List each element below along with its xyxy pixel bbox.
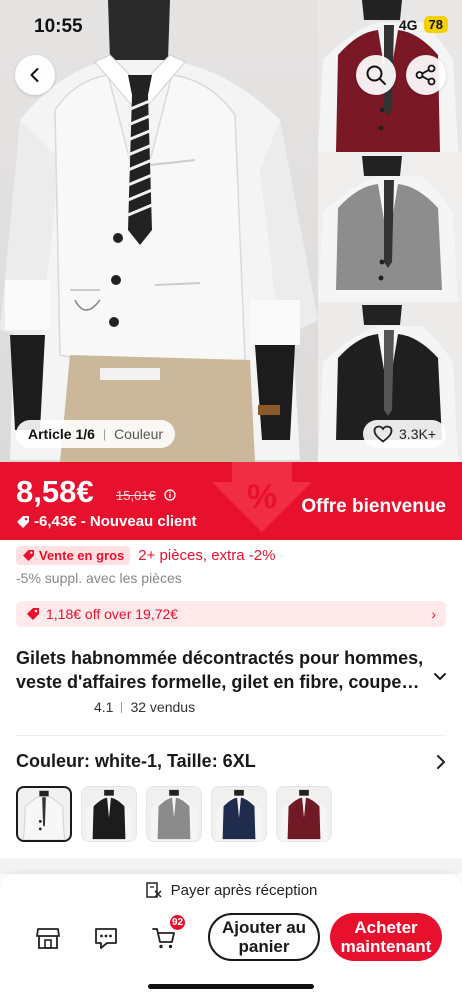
battery-level: 78 xyxy=(423,16,448,33)
store-button[interactable] xyxy=(34,924,62,952)
image-counter: Article 1/6 xyxy=(28,426,95,442)
cart-button[interactable]: 92 xyxy=(150,914,186,952)
variant-heading[interactable]: Couleur: white-1, Taille: 6XL xyxy=(16,751,256,772)
wholesale-badge: Vente en gros xyxy=(16,546,131,565)
wholesale-offer: 2+ pièces, extra -2% xyxy=(138,547,276,564)
heart-icon xyxy=(373,425,393,443)
cash-on-delivery-icon xyxy=(145,882,162,898)
rating-divider xyxy=(121,701,123,713)
tag-icon xyxy=(23,550,34,561)
search-button[interactable] xyxy=(356,55,396,95)
share-icon xyxy=(415,64,436,86)
status-time: 10:55 xyxy=(34,16,83,37)
sold-count: 32 vendus xyxy=(130,699,196,715)
chevron-left-icon xyxy=(30,68,39,82)
status-indicators: 4G 78 xyxy=(399,16,448,33)
svg-text:%: % xyxy=(247,478,277,516)
current-price: 8,58€ xyxy=(16,474,94,509)
discount-tag-icon xyxy=(17,515,29,528)
wishlist-button[interactable]: 3.3K+ xyxy=(363,420,446,448)
coupon-bar[interactable]: 1,18€ off over 19,72€ › xyxy=(16,601,446,627)
info-icon[interactable] xyxy=(164,489,176,501)
chat-button[interactable] xyxy=(92,924,120,952)
original-price: 15,01€ xyxy=(116,488,156,503)
rating-row[interactable]: 4.1 32 vendus xyxy=(94,699,195,715)
chevron-right-icon[interactable] xyxy=(434,754,448,770)
section-separator xyxy=(0,858,462,874)
store-icon xyxy=(36,928,60,949)
new-customer-discount: -6,43€ - Nouveau client xyxy=(16,513,197,530)
chevron-right-icon: › xyxy=(431,606,436,622)
wishlist-count: 3.3K+ xyxy=(399,426,436,442)
wholesale-row: Vente en gros 2+ pièces, extra -2% xyxy=(16,546,275,565)
back-button[interactable] xyxy=(15,55,55,95)
coupon-tag-icon xyxy=(27,608,39,620)
share-button[interactable] xyxy=(406,55,446,95)
section-divider xyxy=(16,735,446,736)
cart-count-badge: 92 xyxy=(169,914,186,931)
pill-divider: | xyxy=(102,427,107,441)
wholesale-badge-label: Vente en gros xyxy=(39,548,125,563)
wholesale-subtext: -5% suppl. avec les pièces xyxy=(16,570,182,586)
pay-later-row: Payer après réception xyxy=(0,881,462,899)
add-to-cart-button[interactable]: Ajouter au panier xyxy=(208,913,320,961)
coupon-text: 1,18€ off over 19,72€ xyxy=(46,606,179,622)
network-label: 4G xyxy=(398,16,418,33)
pay-later-text: Payer après réception xyxy=(170,881,318,899)
rating-value: 4.1 xyxy=(94,699,114,715)
color-tab[interactable]: Couleur xyxy=(114,426,163,442)
swatch-black[interactable] xyxy=(81,786,137,842)
product-image-gallery[interactable]: 10:55 4G 78 Article 1/6 | Couleur 3.3K+ xyxy=(0,0,462,462)
home-indicator xyxy=(148,984,314,989)
discount-text: -6,43€ - Nouveau client xyxy=(34,513,197,530)
price-banner: % 8,58€ 15,01€ -6,43€ - Nouveau client O… xyxy=(0,462,462,540)
swatch-white[interactable] xyxy=(16,786,72,842)
expand-title-icon[interactable] xyxy=(432,668,448,684)
variant-swatches xyxy=(16,786,332,842)
chat-icon xyxy=(95,928,117,949)
bottom-action-bar: Payer après réception 92 Ajouter au pani… xyxy=(0,874,462,1000)
buy-now-button[interactable]: Acheter maintenant xyxy=(330,913,442,961)
product-title: Gilets habnommée décontractés pour homme… xyxy=(16,648,424,692)
swatch-navy[interactable] xyxy=(211,786,267,842)
welcome-offer: Offre bienvenue xyxy=(301,496,446,517)
search-icon xyxy=(366,65,386,85)
swatch-gray[interactable] xyxy=(146,786,202,842)
image-counter-pill[interactable]: Article 1/6 | Couleur xyxy=(16,420,176,448)
swatch-burgundy[interactable] xyxy=(276,786,332,842)
